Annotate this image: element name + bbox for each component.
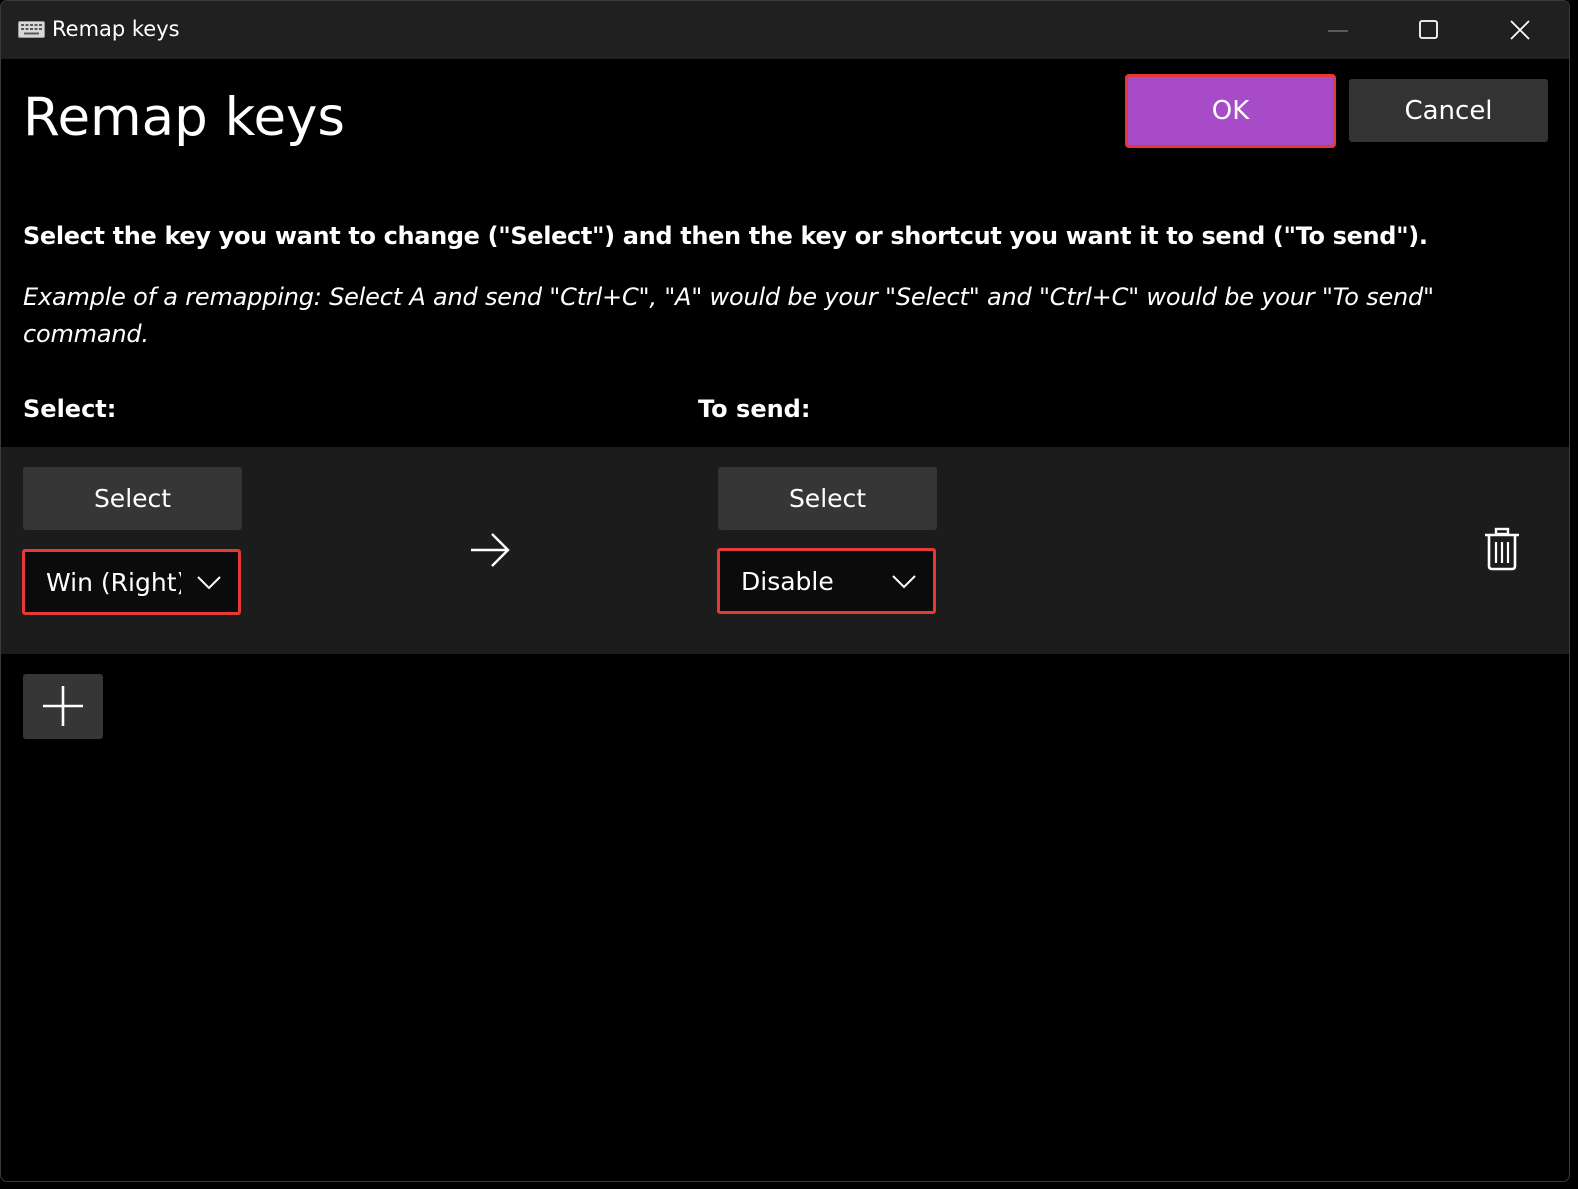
instruction-text: Select the key you want to change ("Sele… <box>23 222 1428 250</box>
minimize-button[interactable] <box>1293 1 1383 59</box>
close-icon <box>1510 20 1530 40</box>
target-select-button[interactable]: Select <box>718 467 937 530</box>
close-button[interactable] <box>1475 1 1565 59</box>
arrow-right-icon <box>471 533 510 567</box>
source-key-value: Win (Right) <box>46 568 181 597</box>
source-select-button[interactable]: Select <box>23 467 242 530</box>
example-text: Example of a remapping: Select A and sen… <box>23 283 1434 348</box>
trash-icon <box>1485 527 1519 571</box>
to-send-column-label: To send: <box>698 395 811 423</box>
maximize-button[interactable] <box>1383 1 1473 59</box>
target-key-dropdown[interactable]: Disable <box>717 548 936 614</box>
ok-button[interactable]: OK <box>1125 74 1336 148</box>
minimize-icon <box>1328 30 1348 32</box>
chevron-down-icon <box>197 576 221 590</box>
maximize-icon <box>1419 20 1438 39</box>
remap-keys-window: Remap keys Remap keys OK Cancel Select t… <box>0 0 1570 1182</box>
cancel-button[interactable]: Cancel <box>1349 79 1548 142</box>
page-title: Remap keys <box>23 87 346 148</box>
target-key-value: Disable <box>741 567 834 596</box>
window-title: Remap keys <box>52 17 180 41</box>
ok-button-label: OK <box>1131 80 1330 142</box>
title-bar: Remap keys <box>1 1 1569 59</box>
select-column-label: Select: <box>23 395 117 423</box>
keyboard-icon <box>18 21 45 38</box>
add-mapping-button[interactable] <box>23 674 103 739</box>
source-key-dropdown[interactable]: Win (Right) <box>22 549 241 615</box>
plus-icon <box>43 686 83 726</box>
chevron-down-icon <box>892 575 916 589</box>
key-mapping-row: Select Win (Right) Select Disable <box>1 447 1569 654</box>
delete-mapping-button[interactable] <box>1477 522 1527 578</box>
